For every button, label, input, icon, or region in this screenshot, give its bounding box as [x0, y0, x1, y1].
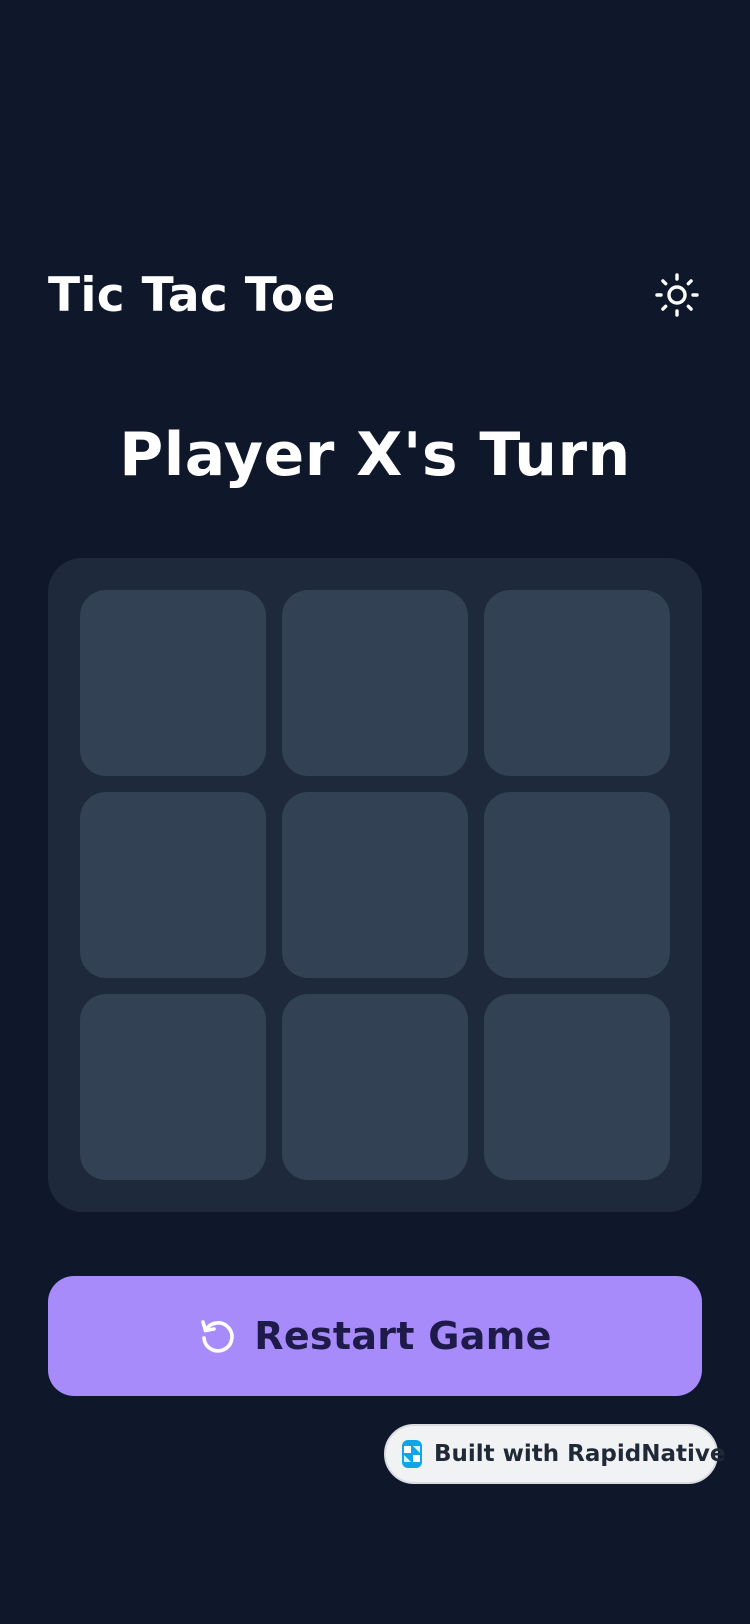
header: Tic Tac Toe	[48, 262, 702, 328]
board-cell-9[interactable]	[484, 994, 670, 1180]
game-board	[48, 558, 702, 1212]
theme-toggle-button[interactable]	[652, 270, 702, 320]
built-with-badge[interactable]: Built with RapidNative	[384, 1424, 725, 1484]
game-screen: Tic Tac Toe Player X's Turn Restart Game…	[0, 0, 750, 1624]
board-cell-1[interactable]	[80, 590, 266, 776]
badge-label: Built with RapidNative	[434, 1441, 726, 1467]
board-cell-5[interactable]	[282, 792, 468, 978]
board-cell-7[interactable]	[80, 994, 266, 1180]
board-cell-4[interactable]	[80, 792, 266, 978]
board-cell-6[interactable]	[484, 792, 670, 978]
rapidnative-logo-icon	[402, 1440, 422, 1468]
turn-indicator: Player X's Turn	[119, 420, 631, 490]
board-cell-3[interactable]	[484, 590, 670, 776]
sun-icon	[655, 273, 699, 317]
restart-label: Restart Game	[254, 1314, 552, 1358]
board-cell-8[interactable]	[282, 994, 468, 1180]
app-title: Tic Tac Toe	[48, 267, 336, 323]
restart-game-button[interactable]: Restart Game	[48, 1276, 702, 1396]
restart-icon	[198, 1317, 236, 1355]
board-cell-2[interactable]	[282, 590, 468, 776]
